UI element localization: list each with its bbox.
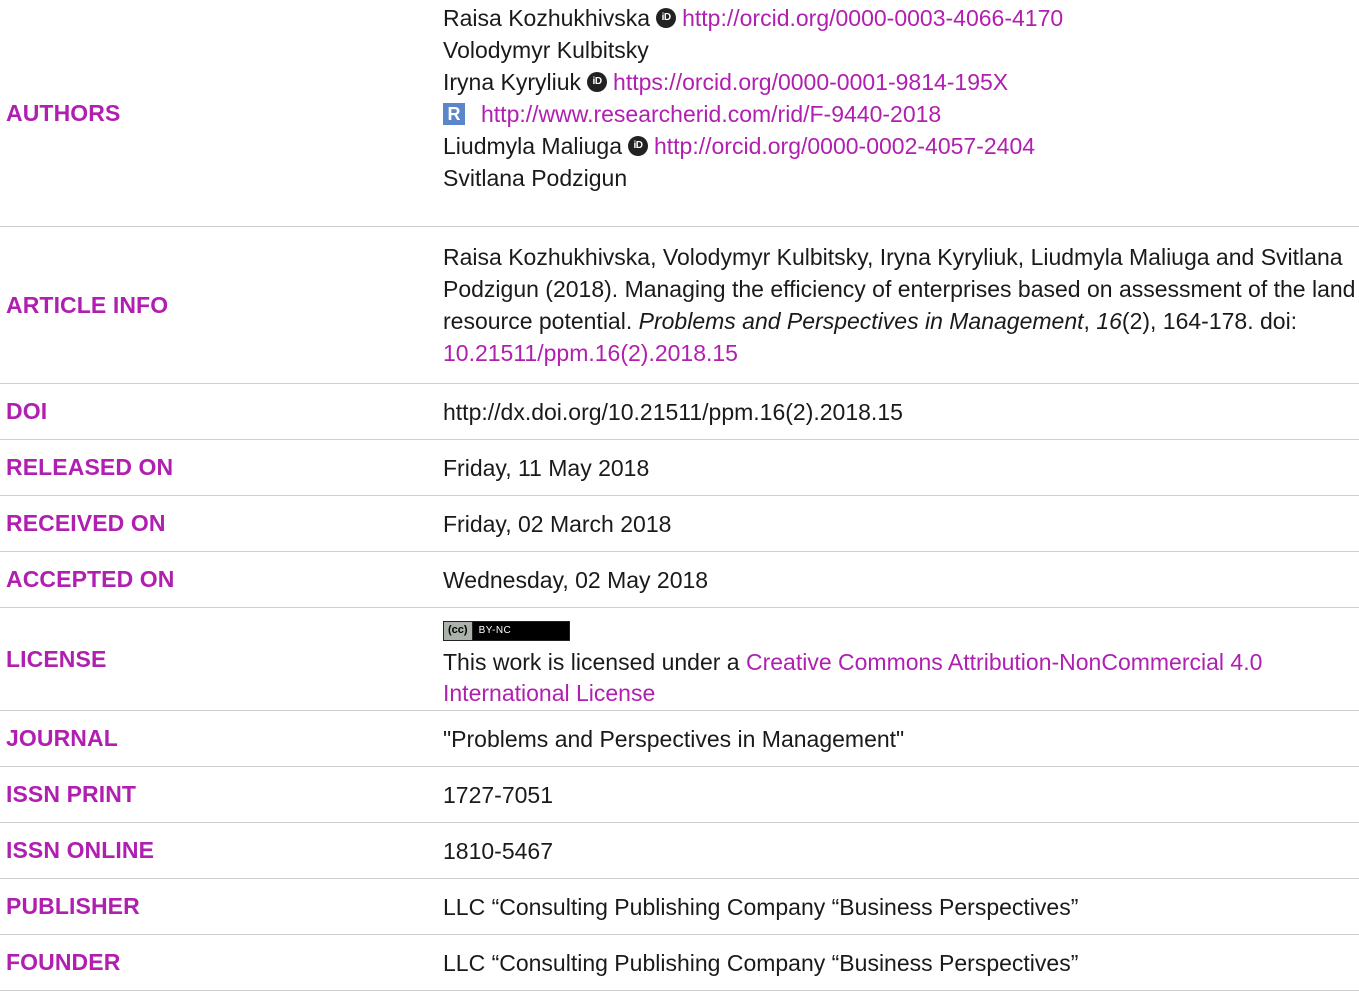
author-name: Volodymyr Kulbitsky [443,37,649,63]
received-on-value: Friday, 02 March 2018 [443,510,672,537]
orcid-link[interactable]: https://orcid.org/0000-0001-9814-195X [613,67,1008,97]
orcid-icon: iD [587,72,608,92]
article-info-label: ARTICLE INFO [6,291,169,318]
cc-icon: (cc) [444,621,473,640]
citation-separator: , [1083,308,1097,334]
journal-label: JOURNAL [6,725,118,751]
authors-label: AUTHORS [6,99,121,126]
row-article-info: ARTICLE INFO Raisa Kozhukhivska, Volodym… [0,227,1359,384]
author-line: Liudmyla Maliuga iD http://orcid.org/000… [443,131,1359,161]
issn-print-label: ISSN PRINT [6,781,137,807]
doi-value: http://dx.doi.org/10.21511/ppm.16(2).201… [443,398,903,425]
issn-online-label: ISSN ONLINE [6,837,155,863]
publisher-label: PUBLISHER [6,893,140,919]
orcid-link[interactable]: http://orcid.org/0000-0002-4057-2404 [654,131,1035,161]
journal-value: "Problems and Perspectives in Management… [443,725,905,752]
doi-label: DOI [6,398,48,424]
citation-journal-title: Problems and Perspectives in Management [638,308,1084,334]
author-line: Iryna Kyryliuk iD https://orcid.org/0000… [443,67,1359,97]
row-issn-online: ISSN ONLINE 1810-5467 [0,823,1359,879]
accepted-on-value: Wednesday, 02 May 2018 [443,566,709,593]
released-on-value: Friday, 11 May 2018 [443,454,650,481]
author-name: Svitlana Podzigun [443,165,628,191]
article-metadata-table: AUTHORS Raisa Kozhukhivska iD http://orc… [0,0,1359,991]
row-journal: JOURNAL "Problems and Perspectives in Ma… [0,711,1359,767]
row-released-on: RELEASED ON Friday, 11 May 2018 [0,440,1359,496]
orcid-icon: iD [656,8,677,28]
citation-volume: 16 [1096,308,1122,334]
row-accepted-on: ACCEPTED ON Wednesday, 02 May 2018 [0,552,1359,608]
row-license: LICENSE (cc) BY-NC This work is licensed… [0,608,1359,711]
author-line: Raisa Kozhukhivska iD http://orcid.org/0… [443,3,1359,33]
cc-terms: BY-NC [472,621,569,640]
received-on-label: RECEIVED ON [6,510,166,536]
author-line: Svitlana Podzigun [443,163,1359,193]
article-citation: Raisa Kozhukhivska, Volodymyr Kulbitsky,… [443,241,1359,369]
citation-doi-link[interactable]: 10.21511/ppm.16(2).2018.15 [443,340,738,366]
row-issn-print: ISSN PRINT 1727-7051 [0,767,1359,823]
row-received-on: RECEIVED ON Friday, 02 March 2018 [0,496,1359,552]
citation-issue-pages: (2), 164-178. doi: [1121,308,1298,334]
author-name: Raisa Kozhukhivska [443,5,651,31]
author-line: R http://www.researcherid.com/rid/F-9440… [443,99,1359,129]
issn-online-value: 1810-5467 [443,837,553,864]
license-text: This work is licensed under a Creative C… [443,647,1359,709]
author-line: Volodymyr Kulbitsky [443,35,1359,65]
released-on-label: RELEASED ON [6,454,174,480]
founder-label: FOUNDER [6,949,121,975]
license-value: (cc) BY-NC This work is licensed under a… [443,610,1359,709]
publisher-value: LLC “Consulting Publishing Company “Busi… [443,893,1079,920]
orcid-link[interactable]: http://orcid.org/0000-0003-4066-4170 [682,3,1063,33]
researcherid-link[interactable]: http://www.researcherid.com/rid/F-9440-2… [481,99,941,129]
authors-list: Raisa Kozhukhivska iD http://orcid.org/0… [443,3,1359,193]
row-authors: AUTHORS Raisa Kozhukhivska iD http://orc… [0,0,1359,227]
issn-print-value: 1727-7051 [443,781,553,808]
orcid-icon: iD [627,136,648,156]
cc-license-badge[interactable]: (cc) BY-NC [443,620,570,641]
researcherid-icon: R [443,103,465,125]
row-publisher: PUBLISHER LLC “Consulting Publishing Com… [0,879,1359,935]
author-name: Iryna Kyryliuk [443,69,582,95]
founder-value: LLC “Consulting Publishing Company “Busi… [443,949,1079,976]
row-founder: FOUNDER LLC “Consulting Publishing Compa… [0,935,1359,991]
row-doi: DOI http://dx.doi.org/10.21511/ppm.16(2)… [0,384,1359,440]
license-text-prefix: This work is licensed under a [443,648,746,675]
license-label: LICENSE [6,645,107,672]
accepted-on-label: ACCEPTED ON [6,566,175,592]
author-name: Liudmyla Maliuga [443,133,622,159]
